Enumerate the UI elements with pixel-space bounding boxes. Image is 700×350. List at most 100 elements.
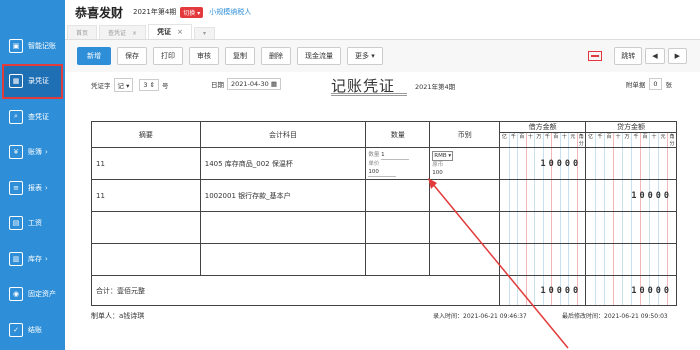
summary-cell[interactable]: 11	[91, 179, 201, 212]
currency-cell[interactable]	[429, 211, 501, 244]
qty-cell[interactable]	[365, 179, 431, 212]
voucher-table: 摘要 会计科目 数量 币别 借方金额 贷方金额 亿千百十万千百十元角分 亿千百十…	[90, 121, 677, 306]
sidebar-item-wages[interactable]: ▤ 工资	[0, 206, 65, 242]
close-icon[interactable]: ×	[177, 28, 183, 36]
qty-cell[interactable]	[365, 243, 431, 276]
add-button[interactable]: 新增	[77, 47, 111, 65]
digit-label: 十	[525, 133, 535, 147]
sidebar-item-label: 账簿	[28, 148, 42, 157]
taxpayer-type: 小规模纳税人	[209, 8, 252, 16]
digit-label: 亿	[501, 134, 507, 140]
tab-more-dropdown[interactable]: ▾	[193, 27, 215, 39]
sidebar-item-checkout[interactable]: ✓ 结账	[0, 312, 65, 348]
account-cell[interactable]: 1405 库存商品_002 保温杯	[199, 147, 367, 180]
next-button[interactable]: ▶	[667, 48, 687, 64]
debit-cell[interactable]	[499, 243, 587, 276]
currency-select[interactable]: RMB ▾	[432, 150, 454, 161]
tab-query-voucher[interactable]: 查凭证 ×	[99, 25, 147, 39]
search-icon: ⌕	[9, 109, 23, 124]
calendar-icon[interactable]: ▦	[271, 80, 277, 88]
debit-cell[interactable]: 10000	[499, 147, 587, 180]
sidebar-item-fixed-assets[interactable]: ◉ 固定资产	[0, 277, 65, 313]
account-cell[interactable]	[199, 243, 367, 276]
sidebar-item-label: 查凭证	[28, 112, 49, 121]
digit-label: 角分	[667, 133, 676, 147]
credit-cell[interactable]	[585, 211, 677, 244]
date-label: 日期	[211, 81, 224, 89]
sidebar-item-label: 库存	[28, 254, 42, 263]
debit-cell[interactable]	[499, 211, 587, 244]
tab-voucher[interactable]: 凭证 ×	[148, 24, 192, 39]
sidebar-item-enter-voucher[interactable]: ▦ 录凭证	[2, 63, 63, 99]
header-credit: 贷方金额	[585, 121, 677, 133]
prev-button[interactable]: ◀	[645, 48, 665, 64]
report-icon: ≡	[9, 180, 23, 195]
tab-label: 首页	[76, 30, 89, 37]
print-preview-icon[interactable]	[588, 51, 603, 61]
credit-cell[interactable]	[585, 243, 677, 276]
sidebar-item-label: 智能记账	[28, 41, 56, 50]
debit-cell[interactable]	[499, 179, 587, 212]
voucher-word-select[interactable]: 记 ▾	[113, 78, 134, 92]
attach-count-input[interactable]: 0	[649, 78, 662, 90]
voucher-word-value: 记	[117, 82, 125, 90]
toolbar-right: 跳转 ◀ ▶	[588, 47, 700, 65]
digit-label: 元	[658, 133, 667, 147]
digit-label: 万	[622, 133, 631, 147]
summary-cell[interactable]	[91, 211, 201, 244]
monitor-icon: ▣	[9, 38, 23, 53]
voucher-number-input[interactable]: 3 ⇕	[139, 79, 159, 91]
currency-value[interactable]: 100	[432, 170, 443, 176]
table-row	[91, 243, 677, 276]
audit-button[interactable]: 审核	[189, 47, 219, 65]
sidebar-item-smart-booking[interactable]: ▣ 智能记账	[0, 28, 65, 64]
qty-cell[interactable]: 数量 1 单价 100	[365, 147, 431, 180]
entry-time: 录入时间：2021-06-21 09:46:37	[433, 313, 527, 320]
sidebar-item-ledger[interactable]: ¥ 账簿 ›	[0, 135, 65, 171]
qty-cell[interactable]	[365, 211, 431, 244]
jump-button[interactable]: 跳转	[614, 47, 643, 65]
cash-flow-button[interactable]: 现金流量	[297, 47, 341, 65]
print-button[interactable]: 打印	[153, 47, 183, 65]
currency-cell[interactable]	[429, 179, 501, 212]
sidebar-item-reports[interactable]: ≡ 报表 ›	[0, 170, 65, 206]
qty-value[interactable]: 1	[381, 151, 410, 160]
digit-label: 元	[568, 133, 576, 147]
chevron-right-icon: ›	[45, 148, 48, 157]
sidebar-item-label: 工资	[28, 219, 42, 228]
switch-period-button[interactable]: 切换 ▾	[180, 6, 204, 18]
number-suffix: 号	[162, 82, 169, 90]
currency-cell[interactable]: RMB ▾ 原币 100	[429, 147, 501, 180]
date-input[interactable]: 2021-04-30 ▦	[227, 78, 282, 90]
digit-label: 千	[631, 133, 640, 147]
digit-label: 十	[613, 133, 622, 147]
account-cell[interactable]	[199, 211, 367, 244]
voucher-period: 2021年第4期	[415, 83, 456, 91]
voucher-number-value: 3	[143, 81, 148, 89]
sidebar-item-inventory[interactable]: ▥ 库存 ›	[0, 241, 65, 277]
sidebar-item-query-voucher[interactable]: ⌕ 查凭证	[0, 99, 65, 135]
table-header-row: 摘要 会计科目 数量 币别 借方金额 贷方金额	[91, 121, 677, 148]
copy-button[interactable]: 复制	[225, 47, 255, 65]
wage-icon: ▤	[9, 216, 23, 231]
close-icon[interactable]: ×	[132, 30, 137, 37]
price-value[interactable]: 100	[368, 168, 397, 177]
digit-label: 千	[508, 133, 518, 147]
account-cell[interactable]: 1002001 银行存款_基本户	[199, 179, 367, 212]
save-button[interactable]: 保存	[117, 47, 147, 65]
attach-unit: 张	[665, 81, 673, 89]
summary-cell[interactable]: 11	[91, 147, 201, 180]
total-debit: 10000	[540, 285, 582, 296]
voucher-word-label: 凭证字	[91, 82, 111, 90]
digit-label: 亿	[588, 134, 594, 140]
currency-cell[interactable]	[429, 243, 501, 276]
delete-button[interactable]: 删除	[261, 47, 291, 65]
tab-home[interactable]: 首页	[67, 25, 98, 39]
sidebar: ▣ 智能记账 ▦ 录凭证 ⌕ 查凭证 ¥ 账簿 › ≡ 报表 › ▤ 工资 ▥ …	[0, 0, 65, 350]
credit-cell[interactable]	[585, 147, 677, 180]
digit-label: 十	[649, 133, 658, 147]
credit-cell[interactable]: 10000	[585, 179, 677, 212]
total-label: 合计：壹佰元整	[90, 275, 501, 306]
more-button[interactable]: 更多 ▾	[347, 47, 383, 65]
summary-cell[interactable]	[91, 243, 201, 276]
